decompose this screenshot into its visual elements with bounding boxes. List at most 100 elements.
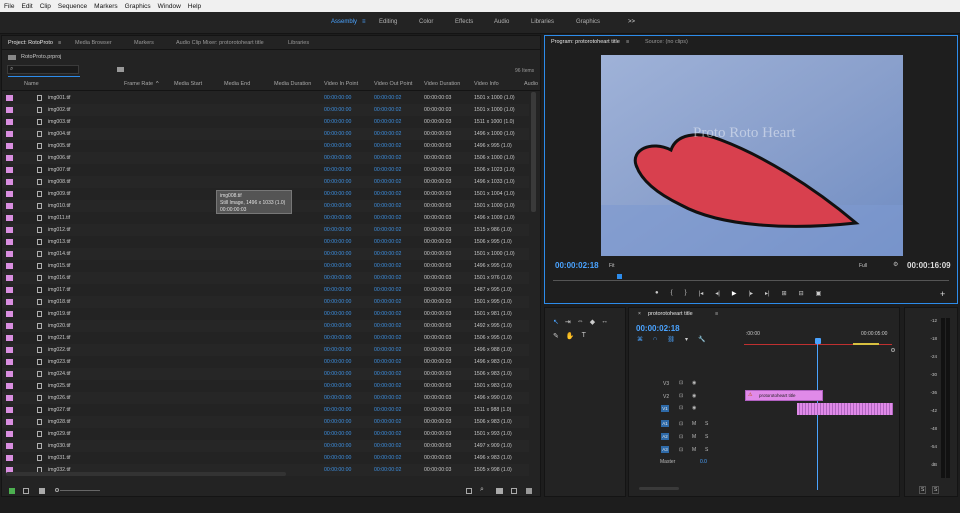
settings-icon[interactable]: ⚙ (893, 261, 898, 268)
cell-video-in[interactable]: 00:00:00:00 (324, 203, 351, 209)
label-color-swatch[interactable] (6, 407, 13, 413)
tab-program[interactable]: Program: protorotoheart title (551, 39, 620, 45)
table-row[interactable]: img027.tif 00:00:00:00 00:00:00:02 00:00:00… (2, 404, 529, 416)
cell-video-in[interactable]: 00:00:00:00 (324, 311, 351, 317)
fit-dropdown[interactable]: Fit (609, 263, 615, 269)
cell-video-out[interactable]: 00:00:00:02 (374, 227, 401, 233)
track-v3[interactable]: V3 (663, 381, 669, 387)
workspace-libraries[interactable]: Libraries (531, 19, 554, 25)
new-item-icon[interactable] (511, 488, 517, 494)
cell-video-in[interactable]: 00:00:00:00 (324, 443, 351, 449)
v3-sync-lock-icon[interactable]: ⊡ (679, 380, 683, 386)
cell-video-in[interactable]: 00:00:00:00 (324, 191, 351, 197)
table-row[interactable]: img008.tif 00:00:00:00 00:00:00:02 00:00:00… (2, 176, 529, 188)
cell-video-out[interactable]: 00:00:00:02 (374, 95, 401, 101)
table-row[interactable]: img020.tif 00:00:00:00 00:00:00:02 00:00:00… (2, 320, 529, 332)
label-color-swatch[interactable] (6, 239, 13, 245)
col-video-duration[interactable]: Video Duration (424, 81, 460, 87)
label-color-swatch[interactable] (6, 251, 13, 257)
table-row[interactable]: img002.tif 00:00:00:00 00:00:00:02 00:00:00… (2, 104, 529, 116)
quality-dropdown[interactable]: Full (859, 263, 867, 269)
table-row[interactable]: img013.tif 00:00:00:00 00:00:00:02 00:00:00… (2, 236, 529, 248)
play-icon[interactable]: ▶ (732, 290, 737, 297)
image-sequence-clips[interactable] (797, 403, 893, 415)
v2-visibility-icon[interactable]: ◉ (692, 393, 696, 399)
cell-video-out[interactable]: 00:00:00:02 (374, 203, 401, 209)
vertical-scrollbar[interactable] (531, 92, 536, 212)
cell-video-in[interactable]: 00:00:00:00 (324, 431, 351, 437)
new-bin-icon[interactable] (117, 67, 124, 72)
cell-video-out[interactable]: 00:00:00:02 (374, 239, 401, 245)
label-color-swatch[interactable] (6, 119, 13, 125)
workspace-color[interactable]: Color (419, 19, 433, 25)
cell-video-out[interactable]: 00:00:00:02 (374, 215, 401, 221)
cell-name[interactable]: img007.tif (48, 167, 71, 173)
table-row[interactable]: img005.tif 00:00:00:00 00:00:00:02 00:00:00… (2, 140, 529, 152)
a3-mute-icon[interactable]: M (692, 447, 696, 453)
cell-video-in[interactable]: 00:00:00:00 (324, 131, 351, 137)
cell-name[interactable]: img021.tif (48, 335, 71, 341)
cell-video-out[interactable]: 00:00:00:02 (374, 179, 401, 185)
col-frame-rate[interactable]: Frame Rate (124, 81, 153, 87)
cell-video-out[interactable]: 00:00:00:02 (374, 107, 401, 113)
cell-name[interactable]: img003.tif (48, 119, 71, 125)
table-row[interactable]: img004.tif 00:00:00:00 00:00:00:02 00:00:00… (2, 128, 529, 140)
ripple-edit-icon[interactable]: ⇔ (577, 318, 584, 326)
camera-icon[interactable]: ▣ (816, 290, 822, 297)
timeline-close-icon[interactable]: × (638, 311, 641, 317)
tab-source[interactable]: Source: (no clips) (645, 39, 688, 45)
label-color-swatch[interactable] (6, 95, 13, 101)
table-row[interactable]: img021.tif 00:00:00:00 00:00:00:02 00:00:00… (2, 332, 529, 344)
program-timecode[interactable]: 00:00:02:18 (555, 261, 599, 270)
timeline-playhead-head[interactable] (815, 338, 821, 344)
cell-name[interactable]: img030.tif (48, 443, 71, 449)
cell-video-in[interactable]: 00:00:00:00 (324, 323, 351, 329)
cell-name[interactable]: img027.tif (48, 407, 71, 413)
cell-name[interactable]: img025.tif (48, 383, 71, 389)
cell-name[interactable]: img018.tif (48, 299, 71, 305)
tab-audio-clip-mixer[interactable]: Audio Clip Mixer: protorotoheart title (176, 40, 264, 46)
label-color-swatch[interactable] (6, 203, 13, 209)
track-v2[interactable]: V2 (663, 394, 669, 400)
table-row[interactable]: img001.tif 00:00:00:00 00:00:00:02 00:00:00… (2, 92, 529, 104)
cell-video-out[interactable]: 00:00:00:02 (374, 275, 401, 281)
mark-in-icon[interactable]: { (671, 290, 673, 297)
cell-video-in[interactable]: 00:00:00:00 (324, 179, 351, 185)
automate-icon[interactable] (466, 488, 472, 494)
col-name[interactable]: Name (24, 81, 39, 87)
a1-mute-icon[interactable]: M (692, 421, 696, 427)
program-playhead[interactable] (617, 274, 622, 279)
workspace-menu-icon[interactable]: ≡ (362, 19, 366, 25)
horizontal-scrollbar[interactable] (6, 472, 286, 476)
cell-video-out[interactable]: 00:00:00:02 (374, 155, 401, 161)
cell-video-in[interactable]: 00:00:00:00 (324, 347, 351, 353)
a1-solo-icon[interactable]: S (705, 421, 708, 427)
v1-sync-lock-icon[interactable]: ⊡ (679, 405, 683, 411)
tab-libraries[interactable]: Libraries (288, 40, 309, 46)
workspace-assembly[interactable]: Assembly (331, 19, 357, 25)
label-color-swatch[interactable] (6, 107, 13, 113)
a1-sync-lock-icon[interactable]: ⊡ (679, 421, 683, 427)
mark-out-icon[interactable]: } (685, 290, 687, 297)
label-color-swatch[interactable] (6, 311, 13, 317)
a2-mute-icon[interactable]: M (692, 434, 696, 440)
menu-help[interactable]: Help (188, 3, 201, 10)
cell-video-out[interactable]: 00:00:00:02 (374, 263, 401, 269)
go-to-in-icon[interactable]: |◂ (699, 290, 704, 297)
cell-video-out[interactable]: 00:00:00:02 (374, 455, 401, 461)
program-scrubber[interactable] (553, 280, 949, 281)
timeline-timecode[interactable]: 00:00:02:18 (636, 324, 680, 333)
label-color-swatch[interactable] (6, 395, 13, 401)
search-input[interactable]: ⌕ (7, 65, 79, 74)
workspace-editing[interactable]: Editing (379, 19, 397, 25)
lift-icon[interactable]: ⊞ (782, 290, 787, 297)
table-row[interactable]: img015.tif 00:00:00:00 00:00:00:02 00:00:00… (2, 260, 529, 272)
col-video-info[interactable]: Video Info (474, 81, 499, 87)
label-color-swatch[interactable] (6, 275, 13, 281)
cell-name[interactable]: img009.tif (48, 191, 71, 197)
cell-name[interactable]: img004.tif (48, 131, 71, 137)
cell-video-out[interactable]: 00:00:00:02 (374, 311, 401, 317)
cell-name[interactable]: img010.tif (48, 203, 71, 209)
cell-name[interactable]: img022.tif (48, 347, 71, 353)
timeline-tab-menu-icon[interactable]: ≡ (715, 311, 718, 317)
